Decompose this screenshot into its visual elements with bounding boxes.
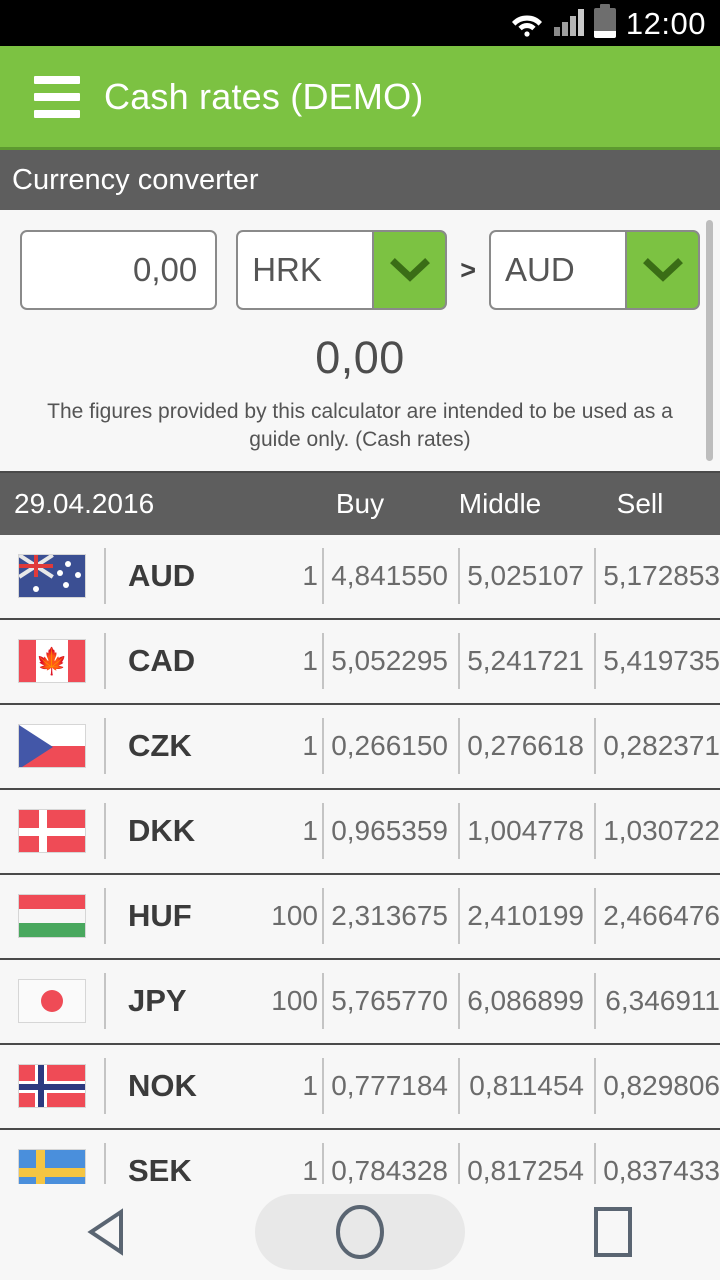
flag-canada-icon: 🍁: [0, 639, 104, 684]
currency-unit: 1: [302, 730, 318, 762]
status-bar-clock: 12:00: [625, 5, 706, 41]
currency-code: HUF: [104, 888, 234, 945]
rate-sell: 5,172853: [594, 548, 720, 605]
rate-sell: 1,030722: [594, 803, 720, 860]
rate-middle: 6,086899: [458, 973, 594, 1030]
amount-input[interactable]: 0,00: [20, 230, 218, 310]
rate-buy: 2,313675: [322, 888, 458, 945]
rate-sell: 6,346911: [594, 973, 720, 1030]
rate-sell: 0,829806: [594, 1058, 720, 1115]
rates-date: 29.04.2016: [14, 487, 155, 519]
chevron-down-icon[interactable]: [372, 230, 448, 310]
wifi-icon: [510, 10, 544, 37]
rate-buy: 0,266150: [322, 718, 458, 775]
hamburger-menu-icon[interactable]: [34, 75, 80, 118]
home-circle-icon[interactable]: [254, 1194, 465, 1270]
to-currency-value[interactable]: AUD: [489, 230, 625, 310]
currency-unit: 1: [302, 645, 318, 677]
rate-sell: 2,466476: [594, 888, 720, 945]
rate-buy: 5,765770: [322, 973, 458, 1030]
recents-square-icon[interactable]: [548, 1194, 678, 1270]
table-row[interactable]: HUF 100 2,313675 2,410199 2,466476: [0, 874, 720, 960]
currency-code: DKK: [104, 803, 234, 860]
app-root: 12:00 Cash rates (DEMO) Currency convert…: [0, 0, 720, 1280]
rate-middle: 0,811454: [458, 1058, 594, 1115]
currency-code: NOK: [104, 1058, 234, 1115]
battery-icon: [593, 4, 616, 38]
currency-unit: 100: [271, 985, 318, 1017]
table-row[interactable]: NOK 1 0,777184 0,811454 0,829806: [0, 1044, 720, 1130]
currency-code: SEK: [104, 1143, 234, 1184]
rate-buy: 5,052295: [322, 633, 458, 690]
rate-sell: 0,837433: [594, 1143, 720, 1184]
table-row[interactable]: CZK 1 0,266150 0,276618 0,282371: [0, 704, 720, 790]
converter-scrollbar[interactable]: [706, 220, 713, 461]
flag-japan-icon: [0, 979, 104, 1024]
rate-middle: 0,817254: [458, 1143, 594, 1184]
flag-sweden-icon: [0, 1149, 104, 1184]
rate-middle: 5,025107: [458, 548, 594, 605]
signal-icon: [553, 9, 584, 36]
conversion-direction-separator: >: [460, 254, 476, 285]
converter-section-header: Currency converter: [0, 150, 720, 210]
calculator-disclaimer: The figures provided by this calculator …: [47, 400, 673, 452]
from-currency-select[interactable]: HRK: [236, 230, 448, 310]
table-row[interactable]: DKK 1 0,965359 1,004778 1,030722: [0, 789, 720, 875]
back-triangle-icon[interactable]: [42, 1194, 172, 1270]
converter-controls-row: 0,00 HRK > AUD: [0, 230, 720, 310]
rate-middle: 0,276618: [458, 718, 594, 775]
currency-code: JPY: [104, 973, 234, 1030]
rate-sell: 0,282371: [594, 718, 720, 775]
currency-code: CAD: [104, 633, 234, 690]
currency-unit: 1: [302, 1155, 318, 1184]
rate-sell: 5,419735: [594, 633, 720, 690]
column-header-sell: Sell: [616, 487, 664, 519]
rate-middle: 2,410199: [458, 888, 594, 945]
page-title: Cash rates (DEMO): [104, 75, 424, 117]
conversion-result: 0,00: [315, 332, 405, 383]
rates-table-body[interactable]: AUD 1 4,841550 5,025107 5,172853 🍁 CAD 1 5,05229…: [0, 534, 720, 1184]
table-row[interactable]: SEK 1 0,784328 0,817254 0,837433: [0, 1129, 720, 1184]
rate-buy: 0,777184: [322, 1058, 458, 1115]
column-header-middle: Middle: [458, 487, 542, 519]
rate-buy: 0,784328: [322, 1143, 458, 1184]
android-nav-bar: [0, 1184, 720, 1280]
currency-unit: 100: [271, 900, 318, 932]
from-currency-value[interactable]: HRK: [236, 230, 373, 310]
chevron-down-icon[interactable]: [625, 230, 700, 310]
currency-converter-panel: 0,00 HRK > AUD 0,00 The figures provided…: [0, 210, 720, 473]
rates-table-header: 29.04.2016 Buy Middle Sell: [0, 472, 720, 535]
flag-australia-icon: [0, 554, 104, 599]
table-row[interactable]: 🍁 CAD 1 5,052295 5,241721 5,419735: [0, 619, 720, 705]
currency-unit: 1: [302, 560, 318, 592]
currency-code: CZK: [104, 718, 234, 775]
rate-buy: 4,841550: [322, 548, 458, 605]
flag-czechia-icon: [0, 724, 104, 769]
table-row[interactable]: AUD 1 4,841550 5,025107 5,172853: [0, 534, 720, 620]
flag-hungary-icon: [0, 894, 104, 939]
status-bar: 12:00: [0, 0, 720, 46]
converter-section-title: Currency converter: [12, 163, 259, 196]
flag-norway-icon: [0, 1064, 104, 1109]
flag-denmark-icon: [0, 809, 104, 854]
column-header-buy: Buy: [335, 487, 385, 519]
app-bar: Cash rates (DEMO): [0, 46, 720, 150]
rate-buy: 0,965359: [322, 803, 458, 860]
currency-unit: 1: [302, 1070, 318, 1102]
currency-unit: 1: [302, 815, 318, 847]
rate-middle: 1,004778: [458, 803, 594, 860]
rate-middle: 5,241721: [458, 633, 594, 690]
to-currency-select[interactable]: AUD: [489, 230, 700, 310]
table-row[interactable]: JPY 100 5,765770 6,086899 6,346911: [0, 959, 720, 1045]
currency-code: AUD: [104, 548, 234, 605]
